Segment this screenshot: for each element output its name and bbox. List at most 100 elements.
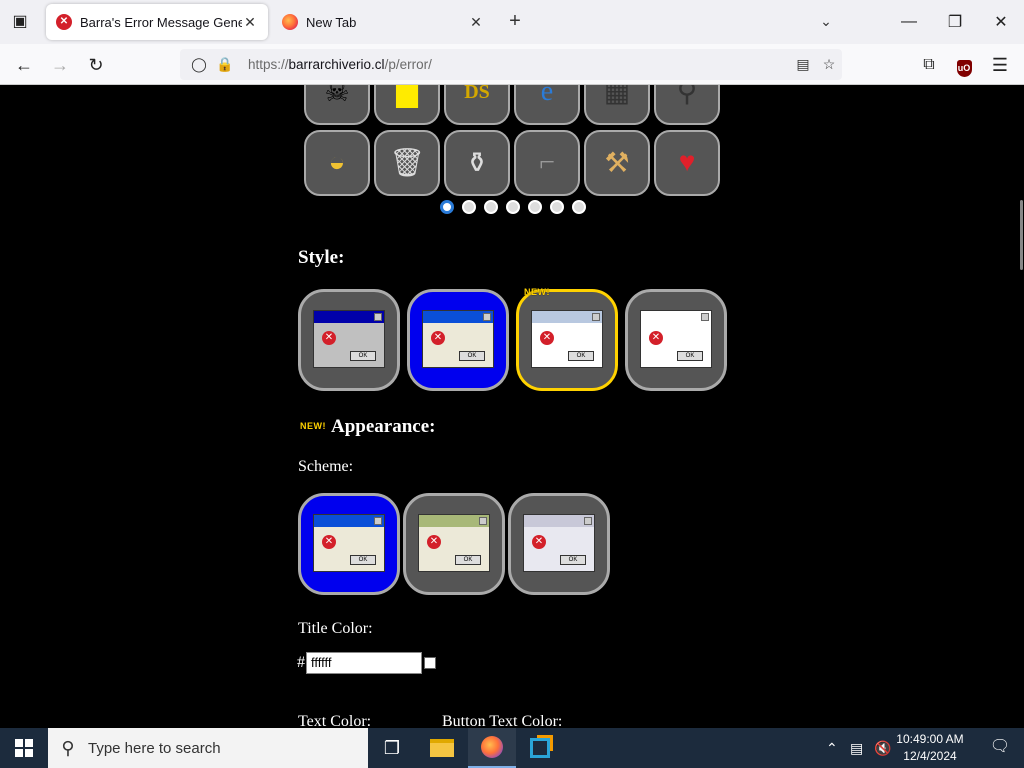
carousel-dot[interactable] xyxy=(462,200,476,214)
carousel-dot[interactable] xyxy=(506,200,520,214)
show-hidden-icons-chevron-icon[interactable]: ⌃ xyxy=(826,728,838,768)
preview-error-icon: ✕ xyxy=(540,331,554,345)
carousel-dot[interactable] xyxy=(440,200,454,214)
preview-title-bar xyxy=(524,515,594,527)
close-window-icon[interactable]: ✕ xyxy=(978,0,1024,44)
preview-title-bar xyxy=(419,515,489,527)
minimize-icon[interactable]: — xyxy=(886,0,932,44)
style-option-windows-7[interactable]: ✕ OK xyxy=(625,289,727,391)
start-button[interactable] xyxy=(0,728,48,768)
reader-view-icon[interactable]: ▤ xyxy=(790,56,816,73)
firefox-taskbar-icon[interactable] xyxy=(468,728,516,768)
preview-close-icon xyxy=(479,517,487,525)
preview-error-icon: ✕ xyxy=(322,331,336,345)
hash-symbol: # xyxy=(297,654,305,671)
navigation-bar: ← → ↻ ◯ 🔒 https://barrarchiverio.cl/p/er… xyxy=(0,44,1024,85)
menu-hamburger-icon[interactable]: ☰ xyxy=(987,52,1013,78)
style-option-windows-xp[interactable]: ✕ OK xyxy=(407,289,509,391)
preview-title-bar xyxy=(314,515,384,527)
preview-close-icon xyxy=(584,517,592,525)
windows-logo-icon xyxy=(15,739,33,757)
error-window-preview: ✕ OK xyxy=(523,514,595,572)
carousel-dot[interactable] xyxy=(572,200,586,214)
scheme-label: Scheme: xyxy=(298,458,354,475)
preview-close-icon xyxy=(701,313,709,321)
tracking-shield-icon[interactable]: ◯ xyxy=(186,56,212,73)
preview-error-icon: ✕ xyxy=(427,535,441,549)
system-clock[interactable]: 10:49:00 AM 12/4/2024 xyxy=(892,731,968,765)
tab-new-tab[interactable]: New Tab ✕ xyxy=(272,4,494,40)
sticky-note-icon[interactable]: ▇ xyxy=(374,85,440,125)
scrollbar-thumb[interactable] xyxy=(1020,200,1023,270)
carousel-dot[interactable] xyxy=(528,200,542,214)
tab-overview-icon[interactable]: ▣ xyxy=(8,10,32,34)
style-option-windows-98[interactable]: ✕ OK xyxy=(298,289,400,391)
style-heading: Style: xyxy=(298,247,345,268)
scheme-option-blue[interactable]: ✕ OK xyxy=(298,493,400,595)
windows-icon[interactable]: ▦ xyxy=(584,85,650,125)
hammer-icon[interactable]: ⚒ xyxy=(584,130,650,196)
preview-close-icon xyxy=(592,313,600,321)
preview-error-icon: ✕ xyxy=(322,535,336,549)
preview-ok-button: OK xyxy=(677,351,703,361)
carousel-dots xyxy=(440,200,586,214)
new-badge: NEW! xyxy=(300,421,326,431)
reload-icon[interactable]: ↻ xyxy=(83,52,109,78)
preview-title-bar xyxy=(641,311,711,323)
preview-close-icon xyxy=(483,313,491,321)
tab-error-generator[interactable]: ✕ Barra's Error Message Generator ✕ xyxy=(46,4,268,40)
cheese-icon[interactable]: ◒ xyxy=(304,130,370,196)
url-text[interactable]: https://barrarchiverio.cl/p/error/ xyxy=(248,57,790,72)
restore-icon[interactable]: ❐ xyxy=(932,0,978,44)
preview-ok-button: OK xyxy=(568,351,594,361)
volume-muted-icon[interactable]: 🔇 xyxy=(874,728,891,768)
firefox-favicon-icon xyxy=(282,14,298,30)
heart-icon[interactable]: ♥ xyxy=(654,130,720,196)
search-icon: ⚲ xyxy=(61,737,75,758)
error-window-preview: ✕ OK xyxy=(531,310,603,368)
lock-icon[interactable]: 🔒 xyxy=(212,56,238,73)
preview-ok-button: OK xyxy=(350,555,376,565)
list-all-tabs-chevron-icon[interactable]: ⌄ xyxy=(816,10,836,32)
dos-icon[interactable]: DS xyxy=(444,85,510,125)
magnifier-icon[interactable]: ⚲ xyxy=(654,85,720,125)
scheme-option-silver[interactable]: ✕ OK xyxy=(508,493,610,595)
page-scrollbar[interactable] xyxy=(1018,85,1024,728)
close-tab-icon[interactable]: ✕ xyxy=(242,14,258,31)
preview-close-icon xyxy=(374,313,382,321)
new-badge: NEW! xyxy=(524,287,550,297)
revolver-icon[interactable]: ⌐ xyxy=(514,130,580,196)
preview-title-bar xyxy=(314,311,384,323)
clock-time: 10:49:00 AM xyxy=(896,732,964,746)
taskbar-search-box[interactable]: ⚲ Type here to search xyxy=(48,728,368,768)
title-color-swatch[interactable] xyxy=(424,657,436,669)
scheme-option-olive-green[interactable]: ✕ OK xyxy=(403,493,505,595)
carousel-dot[interactable] xyxy=(484,200,498,214)
vase-icon[interactable]: ⚱ xyxy=(444,130,510,196)
search-placeholder: Type here to search xyxy=(88,739,221,757)
new-tab-plus-icon[interactable]: + xyxy=(504,10,526,32)
style-option-windows-vista[interactable]: ✕ OK xyxy=(516,289,618,391)
internet-explorer-icon[interactable]: e xyxy=(514,85,580,125)
skull-icon[interactable]: ☠ xyxy=(304,85,370,125)
trash-can-icon[interactable]: 🗑 xyxy=(374,130,440,196)
vmware-icon[interactable] xyxy=(516,728,564,768)
error-window-preview: ✕ OK xyxy=(313,310,385,368)
task-view-icon[interactable]: ❐ xyxy=(368,728,416,768)
carousel-dot[interactable] xyxy=(550,200,564,214)
notification-center-icon[interactable]: 🗨 xyxy=(988,736,1012,760)
windows-taskbar: ⚲ Type here to search ❐ ⌃ ▤ 🔇 10:49:00 A… xyxy=(0,728,1024,768)
back-arrow-icon[interactable]: ← xyxy=(11,52,37,78)
file-explorer-icon[interactable] xyxy=(418,728,466,768)
close-tab-icon[interactable]: ✕ xyxy=(468,14,484,31)
ublock-origin-icon[interactable]: uO xyxy=(951,52,977,78)
address-bar[interactable]: ◯ 🔒 https://barrarchiverio.cl/p/error/ ▤… xyxy=(180,49,842,80)
tab-strip: ▣ ✕ Barra's Error Message Generator ✕ Ne… xyxy=(0,0,1024,44)
forward-arrow-icon[interactable]: → xyxy=(47,52,73,78)
network-icon[interactable]: ▤ xyxy=(850,728,863,768)
bookmark-star-icon[interactable]: ☆ xyxy=(816,56,842,73)
extensions-icon[interactable]: ⧉ xyxy=(916,52,942,78)
preview-error-icon: ✕ xyxy=(649,331,663,345)
preview-error-icon: ✕ xyxy=(431,331,445,345)
title-color-input[interactable]: ffffff xyxy=(306,652,422,674)
